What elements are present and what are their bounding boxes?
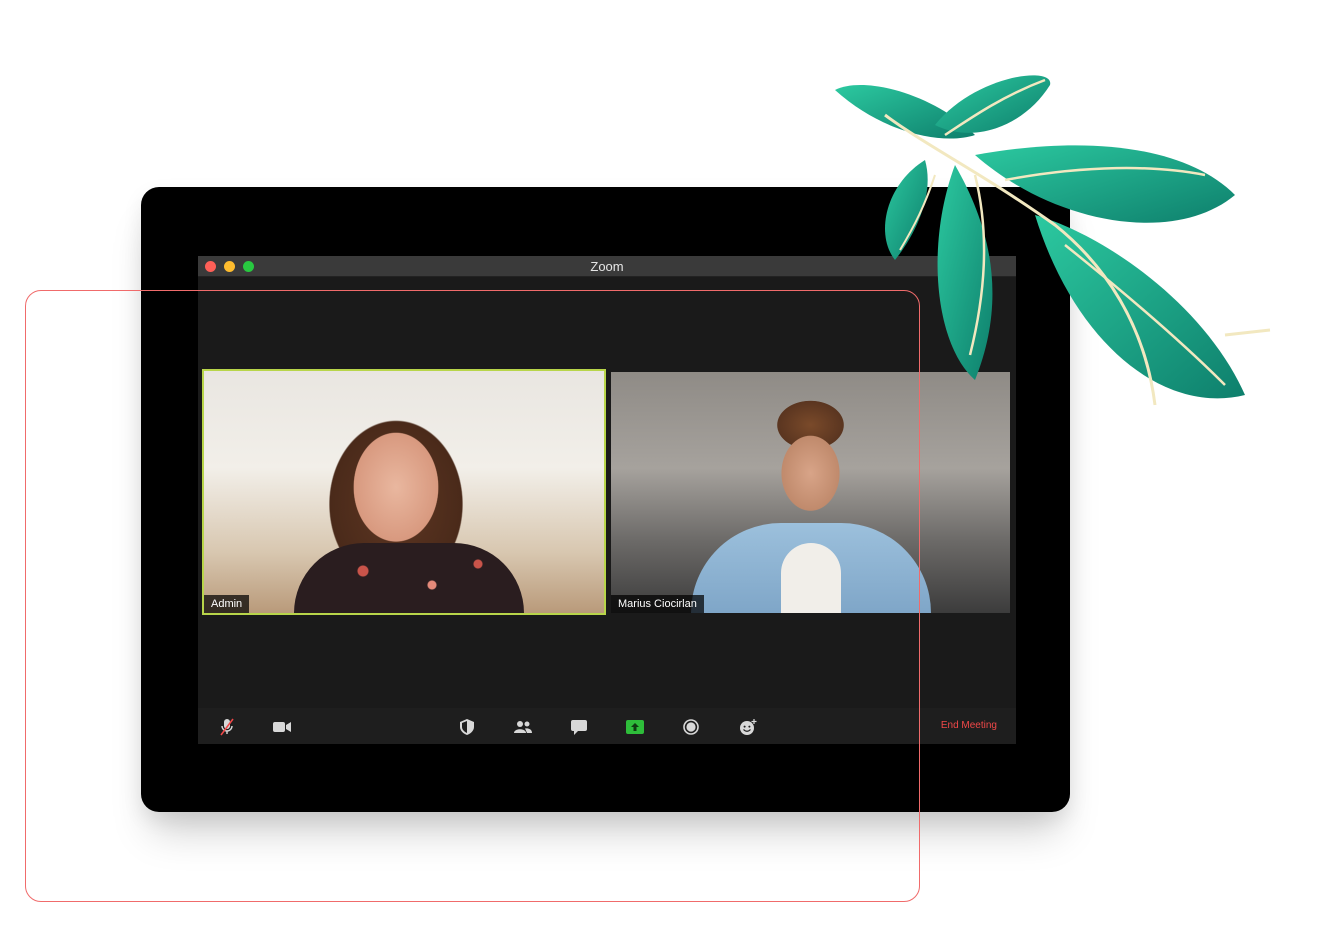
leaf-illustration: [835, 75, 1271, 406]
decorative-outline-frame: [25, 290, 920, 902]
end-meeting-button[interactable]: End Meeting: [941, 720, 997, 731]
